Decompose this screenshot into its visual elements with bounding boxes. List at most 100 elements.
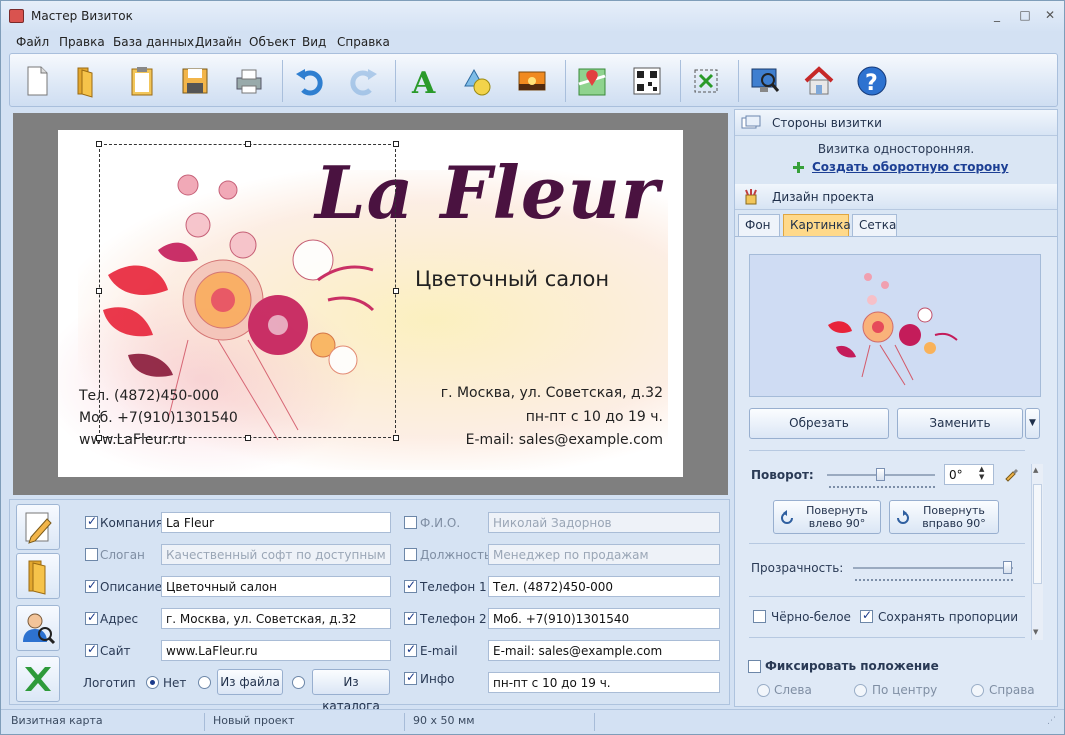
checkbox-fullname[interactable] [404,516,417,529]
rotation-input[interactable]: 0° [944,464,994,485]
resize-handle-left[interactable] [96,288,102,294]
menu-design[interactable]: Дизайн [195,35,242,49]
resize-grip-icon[interactable]: ⋰ [1047,716,1056,726]
checkbox-keep-ratio[interactable] [860,608,873,623]
print-icon[interactable] [232,64,266,98]
design-header[interactable]: Дизайн проекта [735,184,1057,210]
open-folder-icon[interactable] [70,64,104,98]
radio-logo-file[interactable] [198,676,211,689]
description-field[interactable]: Цветочный салон [161,576,391,597]
find-contact-button[interactable] [16,605,60,651]
rotate-left-button[interactable]: Повернуть влево 90° [773,500,881,534]
radio-align-left[interactable] [757,684,770,697]
menu-help[interactable]: Справка [337,35,390,49]
help-icon[interactable]: ? [855,64,889,98]
create-back-side-link[interactable]: Создать оборотную сторону [812,160,1008,174]
card-hours[interactable]: пн-пт с 10 до 19 ч. [526,409,663,425]
card-subtitle[interactable]: Цветочный салон [415,267,609,291]
rotate-right-button[interactable]: Повернуть вправо 90° [889,500,999,534]
toolbar: A ? [9,53,1058,107]
card-address[interactable]: г. Москва, ул. Советская, д.32 [441,385,663,401]
email-field[interactable]: E-mail: sales@example.com [488,640,720,661]
rotation-slider-thumb[interactable] [876,468,885,481]
text-tool-icon[interactable]: A [407,64,441,98]
save-icon[interactable] [178,64,212,98]
scrollbar[interactable]: ▲ ▼ [1031,464,1043,640]
checkbox-slogan[interactable] [85,548,98,561]
position-field[interactable]: Менеджер по продажам [488,544,720,565]
resize-handle-top[interactable] [245,141,251,147]
minimize-button[interactable]: _ [986,7,1008,23]
fit-icon[interactable] [689,64,723,98]
slogan-field[interactable]: Качественный софт по доступным ценам [161,544,391,565]
radio-logo-none[interactable] [146,676,159,689]
scroll-up-arrow[interactable]: ▲ [1033,466,1038,474]
resize-handle-top-left[interactable] [96,141,102,147]
menu-object[interactable]: Объект [249,35,296,49]
logo-from-file-button[interactable]: Из файла [217,669,283,695]
resize-handle-bottom-right[interactable] [393,435,399,441]
clipboard-icon[interactable] [125,64,159,98]
checkbox-description[interactable] [85,578,98,593]
crop-button[interactable]: Обрезать [749,408,889,439]
radio-align-center[interactable] [854,684,867,697]
sides-header[interactable]: Стороны визитки [735,110,1057,136]
checkbox-phone2[interactable] [404,610,417,625]
checkbox-phone1[interactable] [404,578,417,593]
edit-fields-button[interactable] [16,504,60,550]
checkbox-company[interactable] [85,514,98,529]
scrollbar-thumb[interactable] [1033,484,1042,584]
resize-handle-bottom[interactable] [245,435,251,441]
tab-grid[interactable]: Сетка [852,214,897,236]
info-field[interactable]: пн-пт с 10 до 19 ч. [488,672,720,693]
radio-align-right[interactable] [971,684,984,697]
checkbox-site[interactable] [85,642,98,657]
menu-database[interactable]: База данных [113,35,194,49]
map-icon[interactable] [575,64,609,98]
checkbox-info[interactable] [404,670,417,685]
maximize-button[interactable]: □ [1014,7,1036,23]
reset-brush-icon[interactable] [1003,466,1019,482]
company-field[interactable]: La Fleur [161,512,391,533]
home-icon[interactable] [802,64,836,98]
site-field[interactable]: www.LaFleur.ru [161,640,391,661]
checkbox-position[interactable] [404,548,417,561]
fullname-field[interactable]: Николай Задорнов [488,512,720,533]
radio-logo-catalog[interactable] [292,676,305,689]
business-card[interactable]: La Fleur Цветочный салон Тел. (4872)450-… [58,130,683,477]
image-icon[interactable] [515,64,549,98]
card-email[interactable]: E-mail: sales@example.com [466,432,663,448]
phone1-field[interactable]: Тел. (4872)450-000 [488,576,720,597]
resize-handle-right[interactable] [393,288,399,294]
preview-icon[interactable] [748,64,782,98]
menu-edit[interactable]: Правка [59,35,105,49]
tab-background[interactable]: Фон [738,214,780,236]
qr-code-icon[interactable] [630,64,664,98]
close-button[interactable]: ✕ [1039,7,1061,23]
checkbox-black-white[interactable] [753,610,766,623]
replace-button[interactable]: Заменить [897,408,1023,439]
menu-file[interactable]: Файл [16,35,49,49]
phone2-field[interactable]: Моб. +7(910)1301540 [488,608,720,629]
checkbox-email[interactable] [404,642,417,657]
logo-from-catalog-button[interactable]: Из каталога [312,669,390,713]
checkbox-fix-position[interactable] [748,660,761,673]
open-database-button[interactable] [16,553,60,599]
menu-view[interactable]: Вид [302,35,326,49]
tab-picture[interactable]: Картинка [783,214,851,236]
opacity-slider-thumb[interactable] [1003,561,1012,574]
window-title: Мастер Визиток [31,9,133,23]
new-icon[interactable] [20,64,54,98]
scroll-down-arrow[interactable]: ▼ [1033,628,1038,636]
resize-handle-bottom-left[interactable] [96,435,102,441]
address-field[interactable]: г. Москва, ул. Советская, д.32 [161,608,391,629]
redo-icon[interactable] [346,64,380,98]
resize-handle-top-right[interactable] [393,141,399,147]
undo-icon[interactable] [293,64,327,98]
replace-dropdown-button[interactable]: ▼ [1025,408,1040,439]
checkbox-address[interactable] [85,610,98,625]
shapes-icon[interactable] [460,64,494,98]
opacity-slider-track[interactable] [853,567,1013,569]
rotation-spinner[interactable]: ▲ ▼ [979,465,984,481]
excel-import-button[interactable] [16,656,60,702]
